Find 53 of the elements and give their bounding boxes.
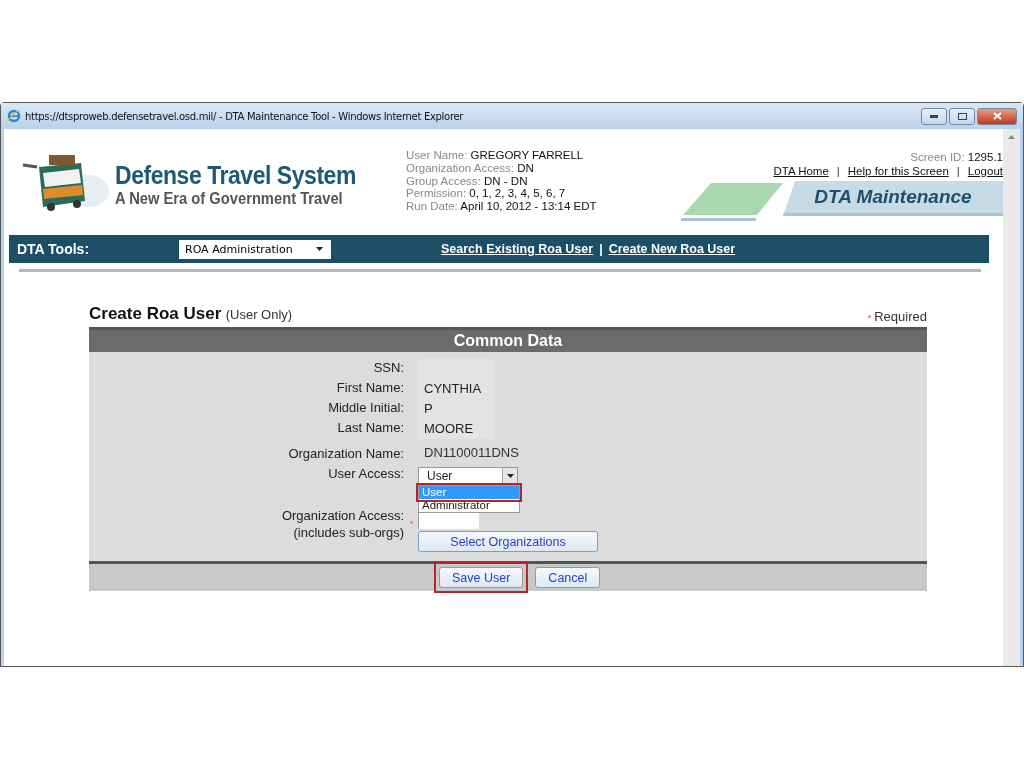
form-button[interactable]: Cancel bbox=[535, 567, 601, 588]
logo-title: Defense Travel System bbox=[115, 160, 356, 190]
user-info-line: Run Date: April 10, 2012 - 13:14 EDT bbox=[406, 200, 598, 213]
field-value: MOORE bbox=[418, 419, 494, 439]
maximize-icon bbox=[957, 112, 967, 120]
field-label: User Access: bbox=[328, 465, 404, 482]
form-button[interactable]: Save User bbox=[439, 567, 524, 588]
browser-icon bbox=[7, 109, 21, 123]
close-button[interactable] bbox=[977, 107, 1017, 125]
minimize-icon bbox=[930, 114, 938, 118]
field-value: DN1100011DNS bbox=[423, 444, 520, 462]
toolbar-label: DTA Tools: bbox=[17, 241, 91, 257]
user-info-line: User Name: GREGORY FARRELL bbox=[406, 149, 585, 162]
required-label: Required bbox=[874, 309, 927, 324]
tools-dropdown[interactable]: ROA Administration bbox=[179, 239, 331, 259]
form-title: Create Roa User bbox=[89, 304, 222, 323]
form-subtitle: (User Only) bbox=[225, 307, 293, 322]
user-info-line: Group Access: DN - DN bbox=[406, 174, 529, 188]
user-info-line: Organization Access: DN bbox=[406, 161, 535, 175]
caret-icon bbox=[316, 247, 323, 251]
toolbar-link[interactable]: Search Existing Roa User bbox=[441, 242, 594, 256]
header-link[interactable]: Logout bbox=[967, 165, 1003, 177]
banner-title: DTA Maintenance bbox=[783, 181, 1003, 216]
field-label: Organization Access: bbox=[281, 507, 404, 524]
header-link[interactable]: Help for this Screen bbox=[847, 165, 949, 177]
link-separator: | bbox=[956, 165, 960, 177]
field-label: Last Name: bbox=[337, 419, 404, 436]
screen-id: Screen ID: 1295.1 bbox=[910, 151, 1003, 163]
select-organizations-button[interactable]: Select Organizations bbox=[418, 531, 598, 552]
dropdown-option[interactable]: Administrator bbox=[419, 499, 519, 512]
field-label: First Name: bbox=[336, 379, 404, 396]
field-value: P bbox=[418, 399, 494, 419]
field-value: CYNTHIA bbox=[418, 379, 494, 399]
link-separator: | bbox=[836, 165, 840, 177]
minimize-button[interactable] bbox=[921, 107, 947, 125]
section-header: Common Data bbox=[89, 330, 927, 352]
window-title: https://dtsproweb.defensetravel.osd.mil/ - DTA Maintenance Tool - Windows Internet Explorer bbox=[25, 110, 464, 122]
header-link[interactable]: DTA Home bbox=[773, 165, 829, 177]
scrollbar[interactable] bbox=[1003, 129, 1020, 666]
user-info-line: Permission: 0, 1, 2, 3, 4, 5, 6, 7 bbox=[406, 187, 567, 201]
field-label: SSN: bbox=[373, 359, 404, 376]
close-icon bbox=[992, 112, 1002, 120]
caret-icon bbox=[506, 474, 514, 478]
banner-stripe-icon bbox=[681, 181, 783, 221]
required-dot-icon bbox=[868, 315, 872, 318]
link-separator: | bbox=[599, 242, 603, 256]
maximize-button[interactable] bbox=[949, 107, 975, 125]
logo-subtitle: A New Era of Government Travel bbox=[115, 189, 344, 208]
field-label: Middle Initial: bbox=[328, 399, 404, 416]
scroll-up-icon bbox=[1008, 135, 1015, 139]
toolbar-link[interactable]: Create New Roa User bbox=[608, 242, 736, 256]
field-label: (includes sub-orgs) bbox=[293, 524, 404, 541]
field-label: Organization Name: bbox=[288, 445, 404, 462]
